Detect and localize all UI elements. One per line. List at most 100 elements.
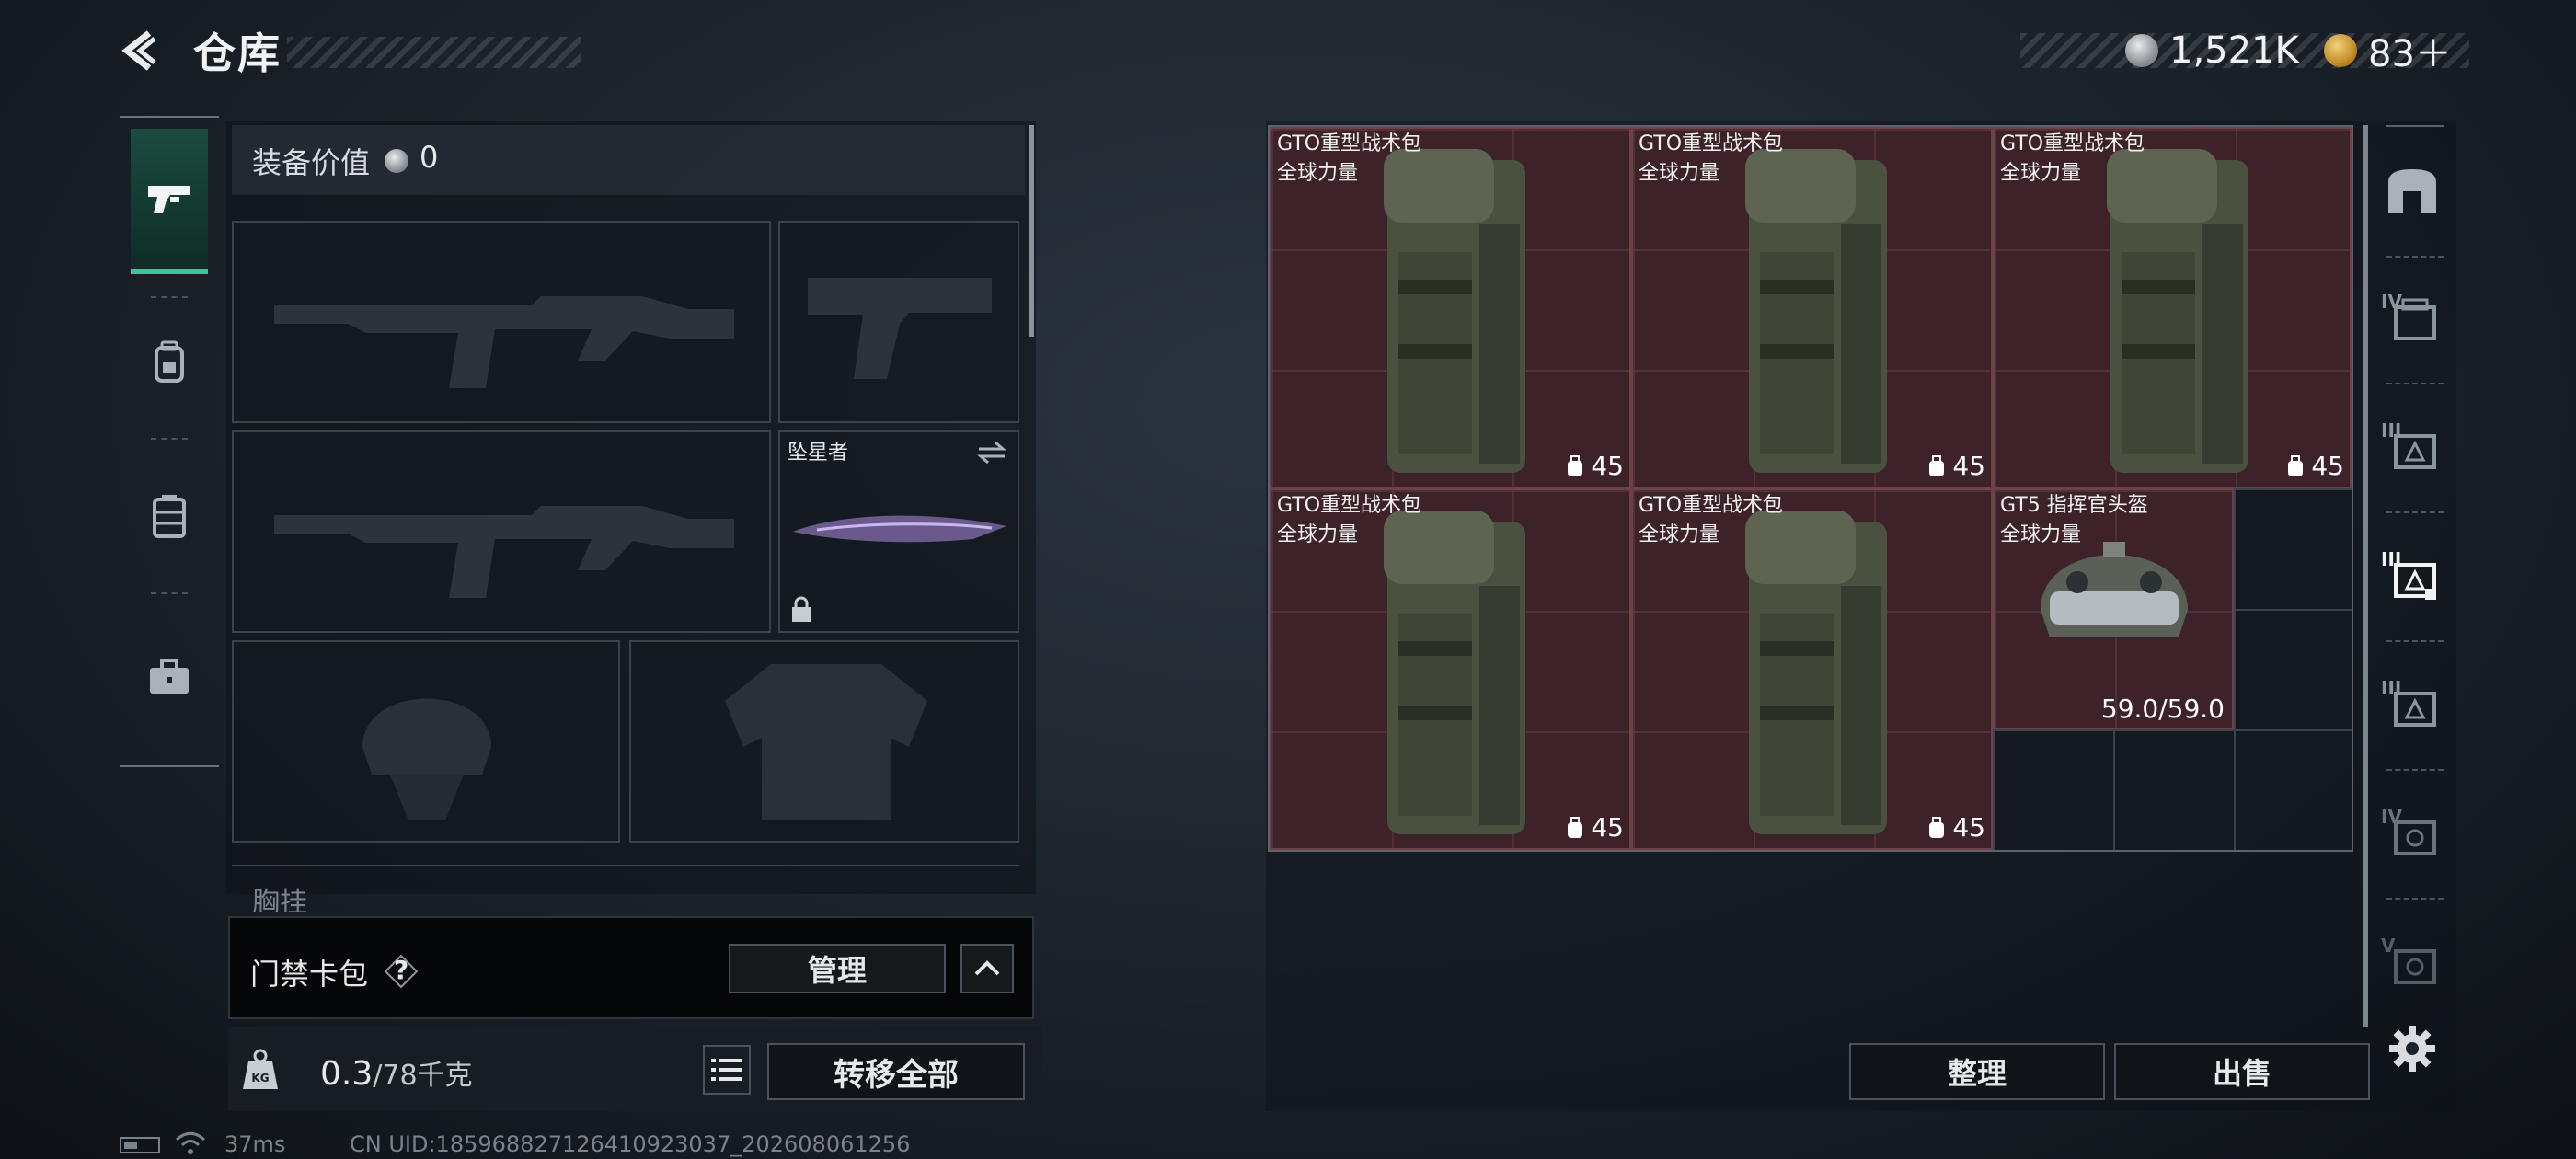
right-tab-iii-case[interactable]: III — [2379, 414, 2445, 480]
silver-currency[interactable]: 1,521K — [2125, 28, 2299, 74]
storage-scrollbar[interactable] — [2363, 125, 2368, 1027]
secondary-rifle-slot[interactable] — [232, 430, 771, 633]
gold-triangle-icon — [2324, 34, 2357, 67]
gold-amount: 83＋ — [2368, 33, 2452, 75]
safe-box-icon — [2388, 169, 2436, 213]
equipment-value: 0 — [420, 140, 439, 175]
storage-item-backpack-2[interactable]: GTO重型战术包 全球力量 45 — [1631, 127, 1993, 488]
back-arrow-icon — [121, 30, 156, 71]
manage-button[interactable]: 管理 — [729, 944, 946, 993]
silver-coin-icon — [385, 149, 408, 173]
tab-vest[interactable] — [131, 478, 208, 556]
right-tab-divider — [2386, 769, 2444, 771]
tab-briefcase[interactable] — [131, 638, 208, 716]
right-tab-iv-safe[interactable]: IV — [2379, 800, 2445, 866]
collapse-button[interactable] — [960, 944, 1014, 993]
storage-item-backpack-4[interactable]: GTO重型战术包 全球力量 45 — [1270, 488, 1631, 850]
tier-label: V — [2381, 935, 2396, 957]
storage-item-helmet[interactable]: GT5 指挥官头盔 全球力量 59.0/59.0 — [1993, 488, 2234, 729]
keycard-pack-label: 门禁卡包 — [250, 957, 369, 992]
title-decoration — [287, 37, 581, 68]
item-count: 45 — [1926, 451, 1985, 481]
capacity-icon — [1929, 454, 1945, 476]
item-count: 45 — [2285, 451, 2344, 481]
item-name: GTO重型战术包 — [1639, 132, 1784, 155]
item-count-value: 45 — [1952, 451, 1985, 481]
capacity-icon — [1929, 816, 1945, 838]
right-tab-safe-box[interactable] — [2379, 158, 2445, 224]
silver-amount: 1,521K — [2169, 29, 2299, 72]
storage-item-backpack-1[interactable]: GTO重型战术包 全球力量 45 — [1270, 127, 1631, 488]
item-faction: 全球力量 — [1639, 523, 1720, 546]
right-tab-divider — [2386, 256, 2444, 258]
right-tab-divider — [2386, 898, 2444, 900]
melee-slot[interactable]: 坠星者 — [778, 430, 1019, 633]
item-count-value: 45 — [1952, 812, 1985, 843]
page-title: 仓库 — [193, 29, 282, 78]
back-button[interactable] — [118, 28, 164, 74]
sell-button[interactable]: 出售 — [2114, 1043, 2370, 1100]
tab-weapons[interactable] — [131, 129, 208, 274]
tab-divider — [151, 592, 188, 594]
chest-rig-label: 胸挂 — [252, 887, 307, 912]
tier-label: IV — [2381, 291, 2402, 313]
rifle-silhouette-icon — [274, 296, 734, 388]
secondary-weapon-slot[interactable] — [778, 221, 1019, 423]
help-icon[interactable]: ? — [381, 951, 421, 992]
backpack-icon — [1384, 511, 1525, 834]
item-count: 45 — [1565, 812, 1624, 843]
right-tab-divider — [2386, 640, 2444, 642]
wifi-icon — [175, 1131, 206, 1154]
weight-current: 0.3 — [320, 1055, 374, 1093]
storage-item-backpack-5[interactable]: GTO重型战术包 全球力量 45 — [1631, 488, 1993, 850]
item-name: GTO重型战术包 — [1639, 494, 1784, 517]
tab-backpack[interactable] — [131, 324, 208, 401]
storage-item-backpack-3[interactable]: GTO重型战术包 全球力量 45 — [1993, 127, 2352, 488]
uid-readout: CN UID:185968827126410923037_20260806125… — [350, 1131, 911, 1157]
helmet-slot[interactable] — [232, 640, 620, 843]
svg-text:KG: KG — [251, 1072, 269, 1084]
item-faction: 全球力量 — [1277, 523, 1359, 546]
item-faction: 全球力量 — [2000, 523, 2082, 546]
help-glyph: ? — [394, 955, 409, 985]
item-name: GTO重型战术包 — [2000, 132, 2145, 155]
backpack-icon — [1384, 149, 1525, 473]
equipment-value-label: 装备价值 — [252, 145, 371, 180]
weight-readout: 0.3/78千克 — [320, 1052, 473, 1093]
tier-label: III — [2381, 548, 2402, 570]
briefcase-icon — [150, 659, 189, 694]
equipment-scrollbar[interactable] — [1029, 125, 1034, 337]
tab-divider — [151, 296, 188, 298]
battery-icon — [120, 1137, 160, 1153]
right-tab-iii-case-active[interactable]: III — [2379, 543, 2445, 609]
sort-button[interactable]: 整理 — [1849, 1043, 2105, 1100]
item-name: GTO重型战术包 — [1277, 494, 1422, 517]
capacity-icon — [2288, 454, 2304, 476]
capacity-icon — [1568, 816, 1583, 838]
primary-weapon-slot[interactable] — [232, 221, 771, 423]
helmet-silhouette-icon — [362, 698, 491, 820]
capacity-icon — [1568, 454, 1583, 476]
backpack-icon — [2107, 149, 2248, 473]
right-tab-v-safe[interactable]: V — [2379, 929, 2445, 995]
list-view-button[interactable] — [703, 1045, 751, 1095]
chest-rig-section[interactable]: 胸挂 — [232, 865, 1019, 912]
transfer-all-button[interactable]: 转移全部 — [767, 1043, 1025, 1100]
armor-slot[interactable] — [629, 640, 1019, 843]
silver-coin-icon — [2125, 34, 2158, 67]
vest-icon — [153, 495, 186, 538]
melee-name: 坠星者 — [788, 442, 849, 465]
right-tab-iii-case-2[interactable]: III — [2379, 671, 2445, 738]
settings-button[interactable] — [2379, 1016, 2445, 1082]
right-tab-divider — [2386, 383, 2444, 384]
tier-label: III — [2381, 419, 2402, 442]
armor-silhouette-icon — [725, 664, 927, 820]
gold-currency[interactable]: 83＋ — [2324, 28, 2452, 75]
item-durability: 59.0/59.0 — [2100, 694, 2225, 724]
right-tab-iv-case[interactable]: IV — [2379, 285, 2445, 351]
lock-icon — [792, 596, 811, 622]
backpack-icon — [155, 340, 184, 383]
tab-divider — [151, 438, 188, 440]
swap-icon[interactable] — [975, 440, 1008, 465]
tier-label: IV — [2381, 806, 2402, 828]
